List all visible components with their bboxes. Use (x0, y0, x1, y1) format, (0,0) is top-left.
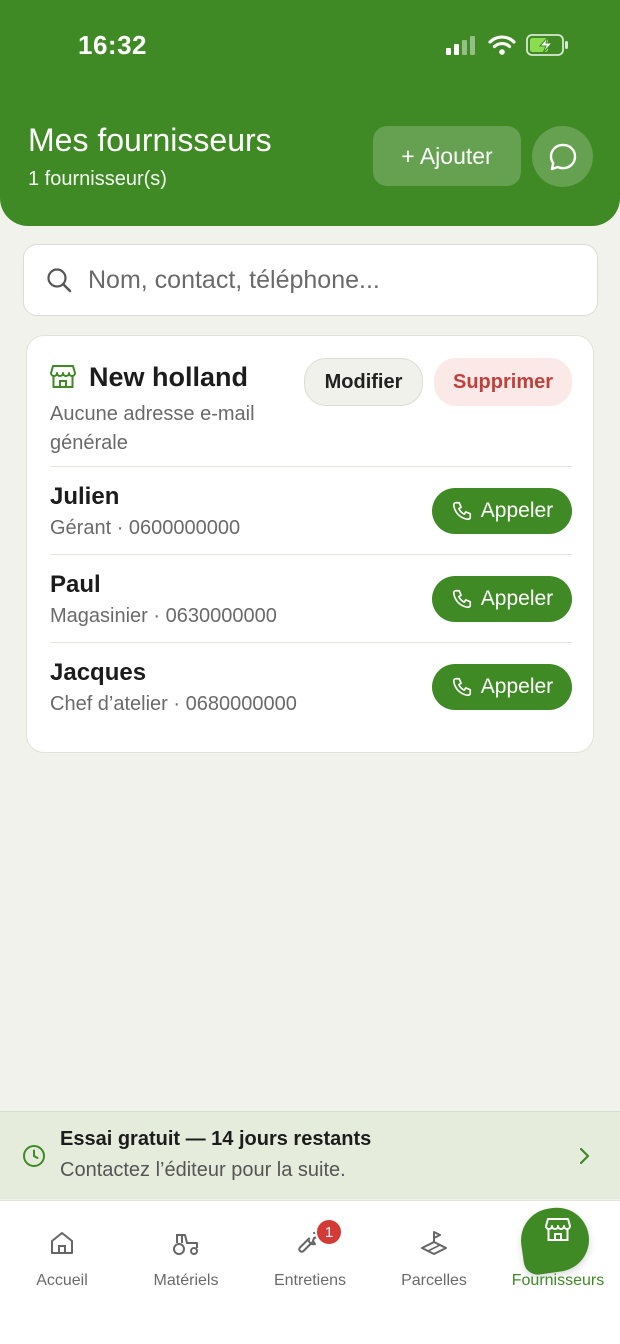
contact-name: Paul (50, 571, 101, 598)
tractor-icon (173, 1234, 198, 1255)
signal-icon (446, 36, 475, 55)
tab-label: Parcelles (401, 1272, 467, 1289)
chat-button[interactable] (532, 126, 593, 187)
chat-icon (549, 143, 576, 170)
tab-entretiens[interactable]: Entretiens (248, 1201, 372, 1301)
contact-row: Jacques Chef d’atelier · 0680000000 Appe… (50, 642, 572, 730)
add-supplier-button[interactable]: + Ajouter (373, 126, 521, 186)
contact-role-phone: Chef d’atelier · 0680000000 (50, 693, 297, 715)
contact-row: Julien Gérant · 0600000000 Appeler (50, 466, 572, 554)
search-input[interactable] (88, 265, 568, 295)
phone-icon (452, 589, 471, 609)
tab-parcelles[interactable]: Parcelles (372, 1201, 496, 1301)
search-bar[interactable] (23, 244, 598, 316)
trial-banner[interactable]: Essai gratuit — 14 jours restants Contac… (0, 1111, 620, 1199)
tab-materiels[interactable]: Matériels (124, 1201, 248, 1301)
tab-label: Fournisseurs (511, 1272, 605, 1289)
tab-accueil[interactable]: Accueil (0, 1201, 124, 1301)
supplier-email: Aucune adresse e-mail générale (50, 403, 255, 454)
search-icon (47, 268, 72, 293)
call-button[interactable]: Appeler (432, 576, 572, 622)
contact-role-phone: Gérant · 0600000000 (50, 517, 241, 539)
store-icon (545, 1218, 571, 1241)
supplier-card: New holland Aucune adresse e-mail généra… (26, 335, 594, 753)
phone-icon (452, 501, 471, 521)
tab-label: Entretiens (273, 1272, 347, 1289)
supplier-count: 1 fournisseur(s) (28, 168, 167, 190)
trial-subtitle: Contactez l’éditeur pour la suite. (60, 1159, 346, 1181)
contact-name: Jacques (50, 659, 147, 686)
supplier-name: New holland (89, 362, 249, 392)
notification-badge: 1 (315, 1218, 343, 1246)
chevron-right-icon (579, 1147, 590, 1165)
tab-bar: Accueil Matériels Entretiens 1 Parcelles (0, 1200, 620, 1344)
call-button[interactable]: Appeler (432, 664, 572, 710)
store-icon (50, 365, 76, 388)
contact-name: Julien (50, 483, 120, 510)
call-label: Appeler (480, 587, 554, 610)
call-label: Appeler (480, 499, 554, 522)
status-icons (446, 34, 570, 56)
status-time: 16:32 (78, 30, 147, 60)
page-title: Mes fournisseurs (28, 122, 272, 158)
clock-icon (23, 1145, 45, 1167)
tab-label: Accueil (36, 1272, 88, 1289)
contact-role-phone: Magasinier · 0630000000 (50, 605, 277, 627)
call-label: Appeler (480, 675, 554, 698)
contact-row: Paul Magasinier · 0630000000 Appeler (50, 554, 572, 642)
battery-icon (526, 34, 568, 56)
tab-fournisseurs[interactable]: Fournisseurs (496, 1201, 620, 1301)
delete-button[interactable]: Supprimer (434, 358, 572, 406)
field-icon (421, 1231, 447, 1255)
wifi-icon (488, 35, 516, 55)
header: 16:32 Mes fournisseurs 1 fournisseur(s) … (0, 0, 620, 226)
trial-title: Essai gratuit — 14 jours restants (60, 1128, 372, 1150)
edit-button[interactable]: Modifier (304, 358, 423, 406)
home-icon (51, 1232, 73, 1254)
call-button[interactable]: Appeler (432, 488, 572, 534)
phone-icon (452, 677, 471, 697)
tab-label: Matériels (153, 1272, 219, 1289)
